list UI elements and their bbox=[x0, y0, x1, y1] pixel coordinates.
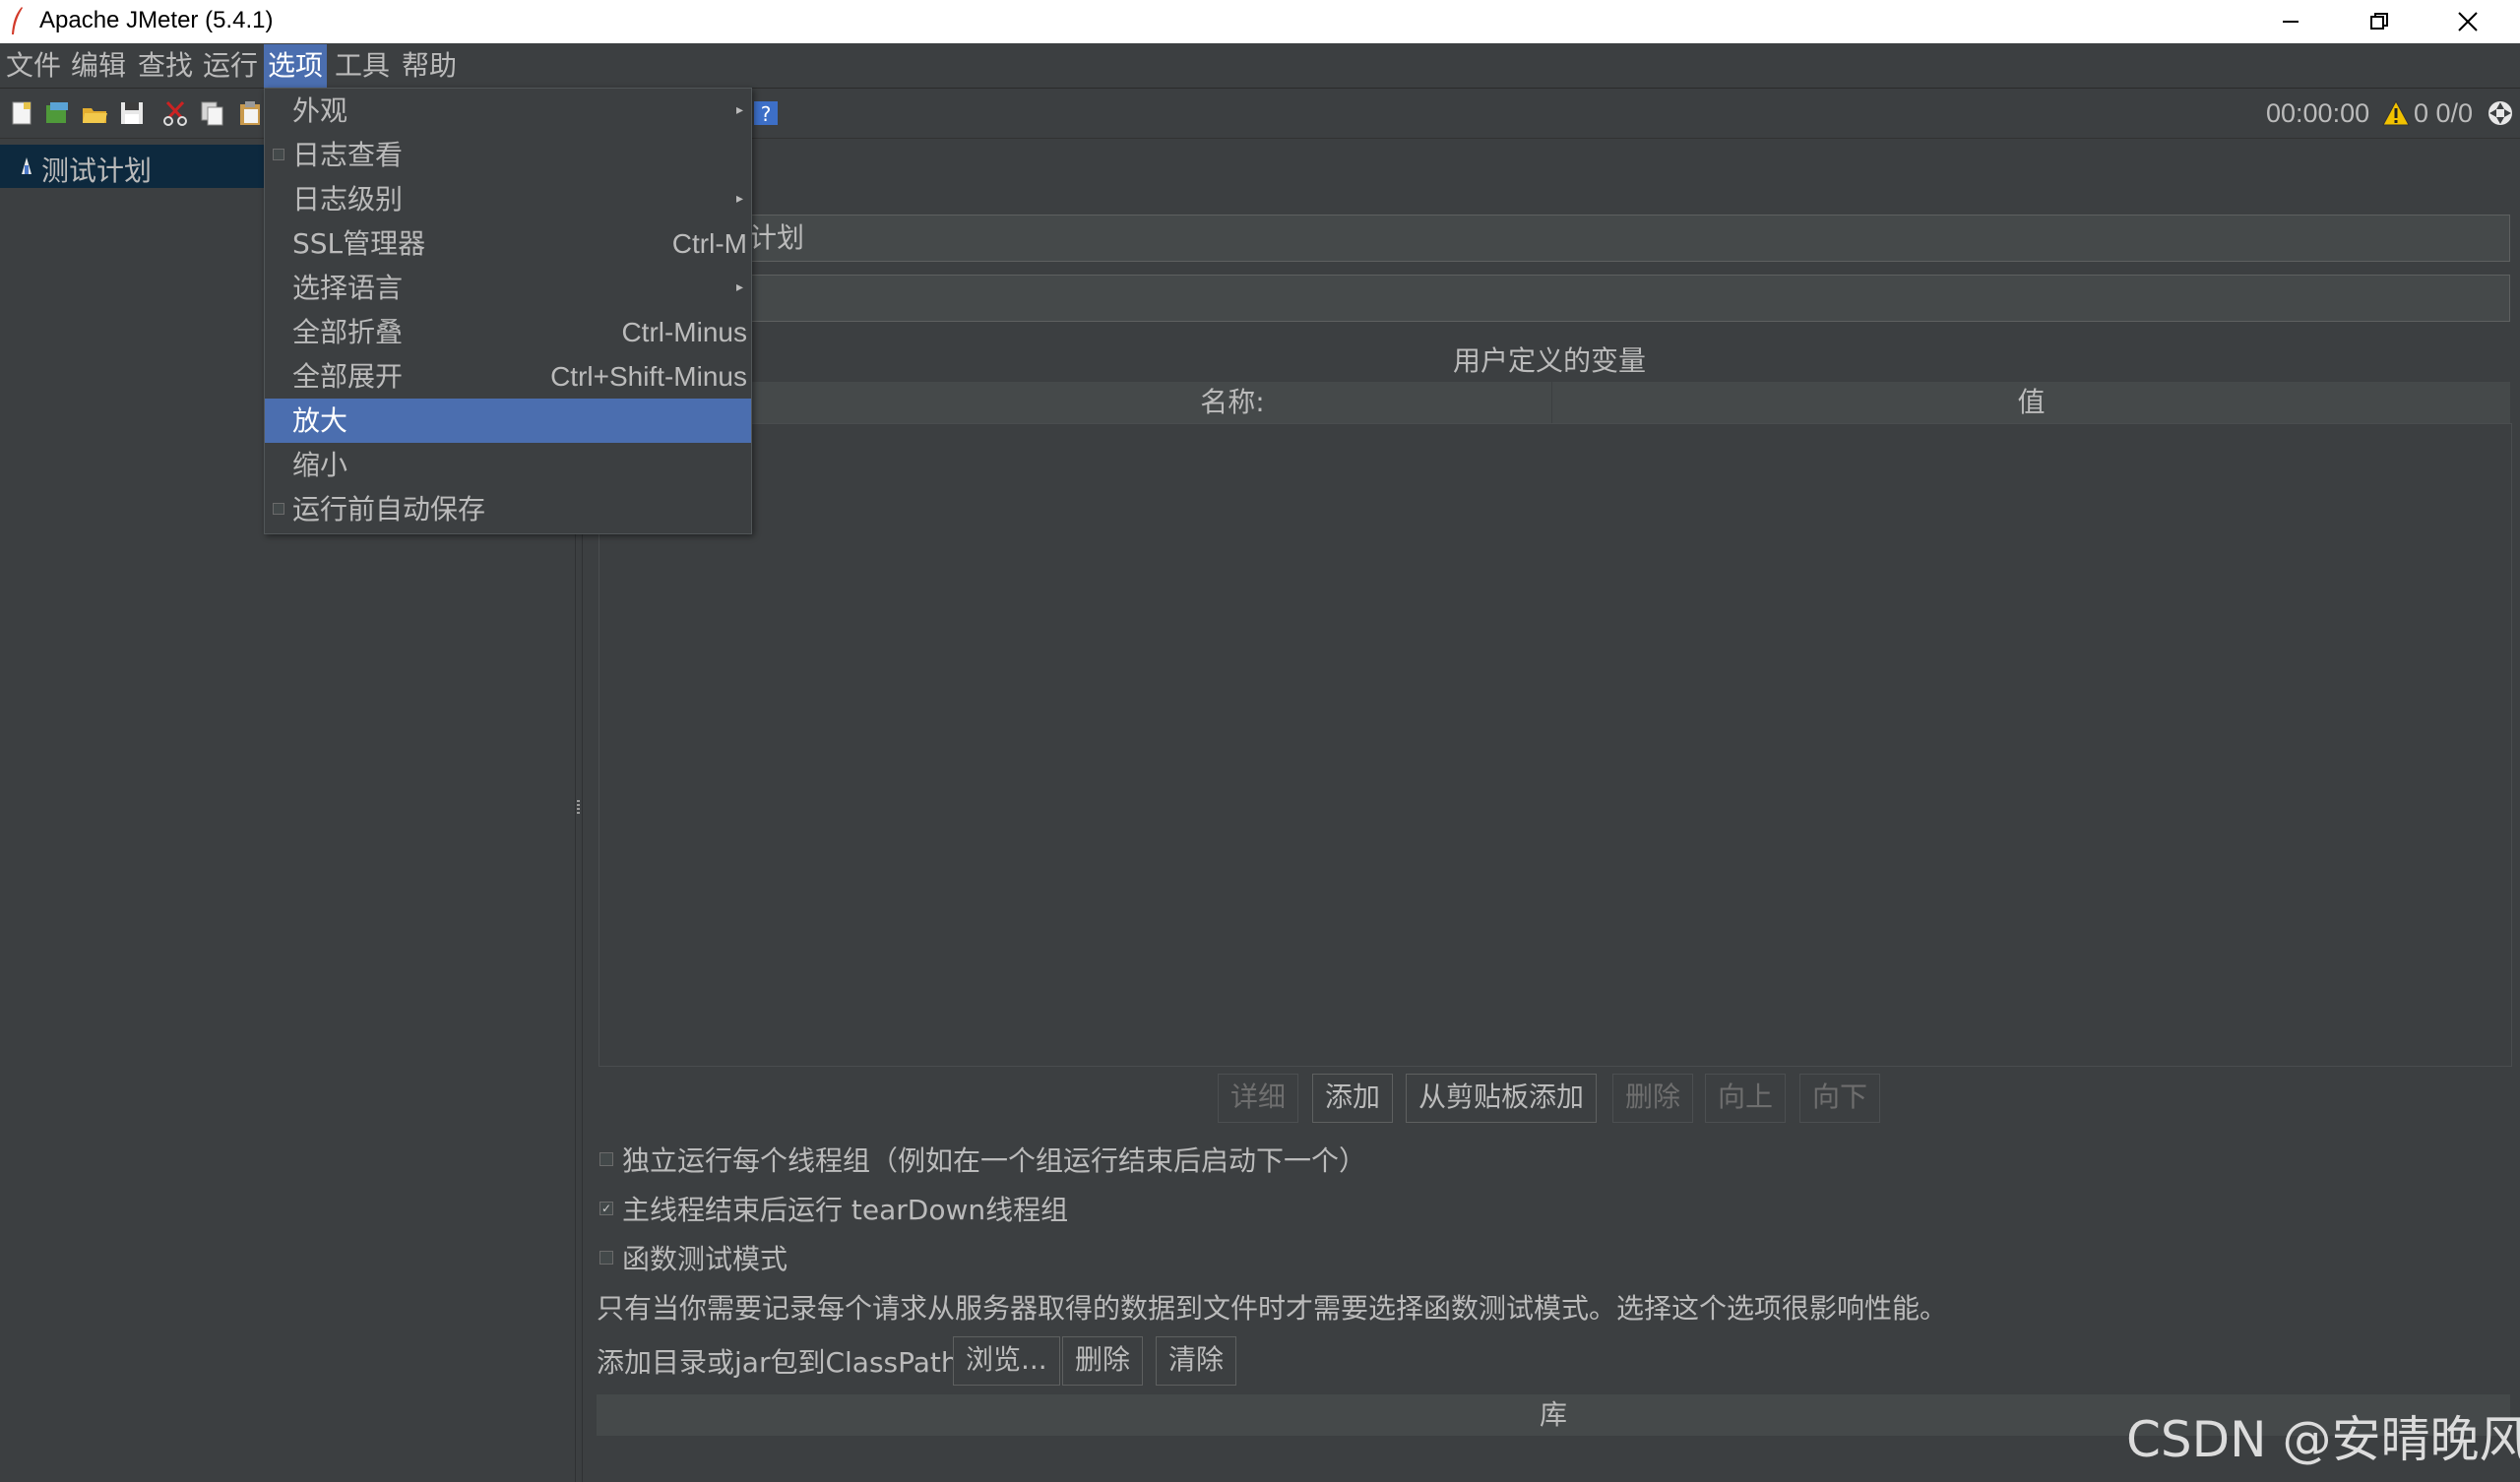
warning-icon bbox=[2382, 99, 2410, 126]
elapsed-timer: 00:00:00 bbox=[2266, 98, 2370, 128]
menu-item-zoom-out[interactable]: 缩小 bbox=[265, 443, 751, 487]
submenu-arrow-icon: ▸ bbox=[735, 279, 743, 295]
templates-icon[interactable] bbox=[43, 99, 71, 127]
menu-item-appearance[interactable]: 外观 ▸ bbox=[265, 89, 751, 133]
column-header-name[interactable]: 名称: bbox=[750, 382, 1552, 423]
browse-button[interactable]: 浏览... bbox=[953, 1336, 1060, 1386]
menu-item-expand-all[interactable]: 全部展开 Ctrl+Shift-Minus bbox=[265, 354, 751, 399]
copy-icon[interactable] bbox=[199, 99, 226, 127]
csdn-watermark: CSDN @安晴晚风 bbox=[2126, 1411, 2520, 1468]
submenu-arrow-icon: ▸ bbox=[735, 191, 743, 207]
classpath-delete-button[interactable]: 删除 bbox=[1062, 1336, 1144, 1386]
thread-counts: 0 0/0 bbox=[2414, 98, 2474, 128]
menu-item-choose-language[interactable]: 选择语言 ▸ bbox=[265, 266, 751, 310]
move-down-button[interactable]: 向下 bbox=[1799, 1074, 1881, 1123]
window-title-bar: Apache JMeter (5.4.1) bbox=[0, 0, 2520, 43]
window-title: Apache JMeter (5.4.1) bbox=[39, 7, 274, 33]
minimize-button[interactable] bbox=[2246, 0, 2335, 43]
functional-mode-checkbox[interactable] bbox=[599, 1251, 613, 1265]
detail-button[interactable]: 详细 bbox=[1218, 1074, 1299, 1123]
menu-item-collapse-all[interactable]: 全部折叠 Ctrl-Minus bbox=[265, 310, 751, 354]
teardown-label: 主线程结束后运行 tearDown线程组 bbox=[622, 1194, 1069, 1226]
remote-icon[interactable] bbox=[2487, 99, 2514, 127]
teardown-checkbox[interactable]: ✓ bbox=[599, 1202, 613, 1215]
close-icon bbox=[2458, 12, 2478, 31]
jmeter-feather-icon bbox=[12, 7, 23, 34]
help-icon[interactable]: ? bbox=[752, 99, 780, 127]
checkbox-icon bbox=[273, 149, 284, 160]
plan-comment-field[interactable] bbox=[750, 275, 2510, 322]
menu-item-save-before-run[interactable]: 运行前自动保存 bbox=[265, 487, 751, 531]
plan-name-field[interactable]: 计划 bbox=[749, 215, 2510, 262]
menu-tools[interactable]: 工具 bbox=[331, 44, 394, 88]
submenu-arrow-icon: ▸ bbox=[735, 102, 743, 118]
menu-bar: 文件 编辑 查找 运行 选项 工具 帮助 bbox=[0, 44, 2520, 89]
test-plan-icon bbox=[22, 157, 32, 174]
minimize-icon bbox=[2283, 21, 2299, 23]
close-button[interactable] bbox=[2424, 0, 2512, 43]
tree-item-test-plan[interactable]: 测试计划 bbox=[0, 145, 264, 188]
functional-mode-label: 函数测试模式 bbox=[622, 1243, 788, 1275]
menu-item-zoom-in[interactable]: 放大 bbox=[265, 399, 751, 443]
functional-mode-note: 只有当你需要记录每个请求从服务器取得的数据到文件时才需要选择函数测试模式。选择这… bbox=[597, 1292, 1948, 1325]
restore-button[interactable] bbox=[2335, 0, 2424, 43]
delete-var-button[interactable]: 删除 bbox=[1612, 1074, 1694, 1123]
user-vars-title: 用户定义的变量 bbox=[1453, 344, 1647, 377]
options-dropdown-menu: 外观 ▸ 日志查看 日志级别 ▸ SSL管理器 Ctrl-M 选择语言 ▸ 全部… bbox=[264, 88, 752, 534]
menu-run[interactable]: 运行 bbox=[199, 44, 262, 88]
restore-icon bbox=[2370, 13, 2388, 30]
user-vars-table-body[interactable] bbox=[598, 423, 2512, 1067]
menu-file[interactable]: 文件 bbox=[2, 44, 65, 88]
menu-search[interactable]: 查找 bbox=[134, 44, 197, 88]
classpath-clear-button[interactable]: 清除 bbox=[1156, 1336, 1237, 1386]
new-icon[interactable] bbox=[8, 99, 35, 127]
menu-item-log-viewer[interactable]: 日志查看 bbox=[265, 133, 751, 177]
add-button[interactable]: 添加 bbox=[1312, 1074, 1394, 1123]
menu-edit[interactable]: 编辑 bbox=[67, 44, 130, 88]
serial-thread-groups-label: 独立运行每个线程组（例如在一个组运行结束后启动下一个） bbox=[622, 1144, 1367, 1177]
menu-item-log-level[interactable]: 日志级别 ▸ bbox=[265, 177, 751, 221]
serial-thread-groups-checkbox[interactable] bbox=[599, 1152, 613, 1166]
checkbox-icon bbox=[273, 503, 284, 515]
move-up-button[interactable]: 向上 bbox=[1705, 1074, 1787, 1123]
splitter-grip-icon bbox=[577, 800, 580, 814]
menu-item-ssl-manager[interactable]: SSL管理器 Ctrl-M bbox=[265, 221, 751, 266]
plan-name-value: 计划 bbox=[749, 221, 805, 254]
add-from-clipboard-button[interactable]: 从剪贴板添加 bbox=[1406, 1074, 1598, 1123]
column-header-value[interactable]: 值 bbox=[1552, 382, 2511, 423]
open-icon[interactable] bbox=[81, 99, 108, 127]
tree-item-label: 测试计划 bbox=[41, 154, 153, 187]
cut-icon[interactable] bbox=[161, 99, 189, 127]
paste-icon[interactable] bbox=[236, 99, 264, 127]
menu-options[interactable]: 选项 bbox=[264, 44, 328, 88]
save-icon[interactable] bbox=[118, 99, 146, 127]
classpath-label: 添加目录或jar包到ClassPath bbox=[597, 1346, 959, 1379]
menu-help[interactable]: 帮助 bbox=[398, 44, 461, 88]
svg-text:?: ? bbox=[761, 102, 772, 126]
test-plan-editor: 计划 用户定义的变量 名称: 值 详细 添加 从剪贴板添加 删除 向上 向下 独… bbox=[583, 139, 2520, 1482]
